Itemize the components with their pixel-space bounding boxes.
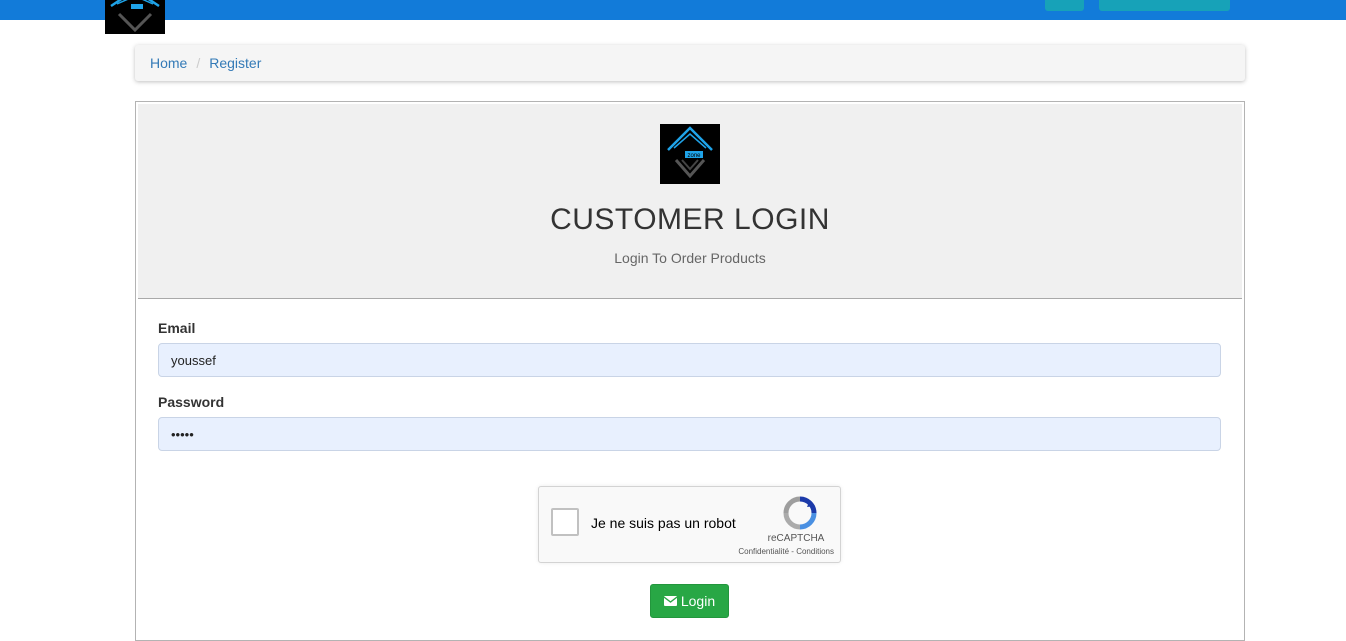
site-logo[interactable] bbox=[105, 0, 165, 34]
password-label: Password bbox=[158, 394, 225, 410]
recaptcha-logo-icon bbox=[783, 496, 817, 535]
breadcrumb-register-link[interactable]: Register bbox=[209, 55, 261, 71]
breadcrumb-home-link[interactable]: Home bbox=[150, 55, 187, 71]
envelope-icon bbox=[663, 596, 677, 606]
email-label: Email bbox=[158, 320, 196, 336]
recaptcha-checkbox[interactable] bbox=[551, 508, 579, 536]
recaptcha-label: Je ne suis pas un robot bbox=[591, 515, 736, 531]
login-panel-header: zone CUSTOMER LOGIN Login To Order Produ… bbox=[138, 104, 1242, 299]
login-panel: zone CUSTOMER LOGIN Login To Order Produ… bbox=[135, 101, 1245, 641]
login-button-label: Login bbox=[680, 593, 716, 609]
email-field[interactable] bbox=[158, 343, 1221, 377]
page-title: CUSTOMER LOGIN bbox=[550, 203, 830, 236]
recaptcha-terms-link[interactable]: Conditions bbox=[796, 547, 834, 556]
login-button[interactable]: Login bbox=[650, 584, 729, 618]
recaptcha-links: Confidentialité - Conditions bbox=[724, 547, 834, 556]
password-field[interactable] bbox=[158, 417, 1221, 451]
recaptcha-widget: Je ne suis pas un robot reCAPTCHA Confid… bbox=[538, 486, 841, 563]
recaptcha-privacy-link[interactable]: Confidentialité bbox=[738, 547, 789, 556]
breadcrumb-separator: / bbox=[196, 55, 201, 71]
breadcrumb: Home / Register bbox=[135, 45, 1245, 81]
page-subtitle: Login To Order Products bbox=[614, 250, 766, 266]
search-button[interactable] bbox=[1045, 0, 1084, 11]
recaptcha-brand: reCAPTCHA bbox=[767, 533, 825, 544]
header-action-button[interactable] bbox=[1099, 0, 1230, 11]
recaptcha-dot: - bbox=[791, 547, 794, 556]
panel-logo: zone bbox=[660, 124, 720, 184]
panel-logo-text: zone bbox=[687, 153, 701, 159]
